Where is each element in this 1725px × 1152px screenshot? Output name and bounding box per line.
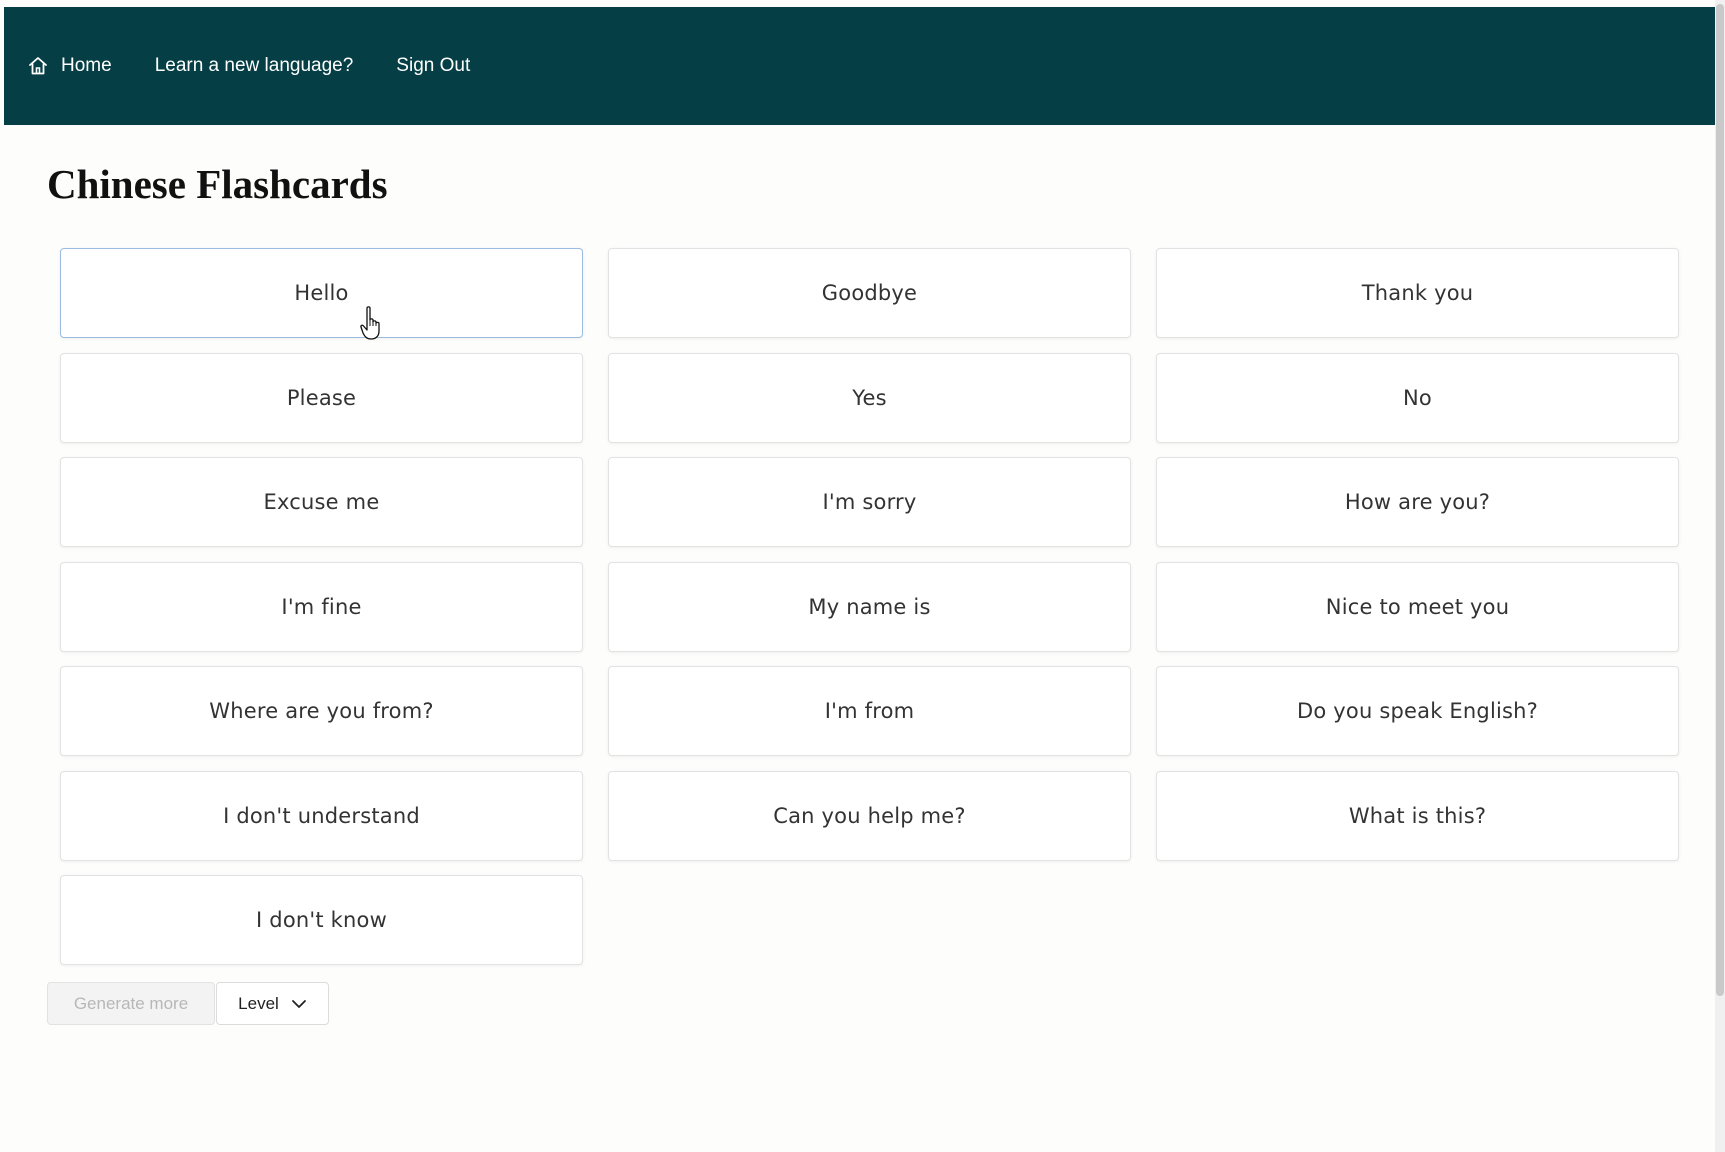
flashcard[interactable]: Thank you bbox=[1156, 248, 1679, 338]
nav-home-link[interactable]: Home bbox=[28, 46, 112, 86]
nav-home-label: Home bbox=[61, 55, 112, 76]
flashcard[interactable]: My name is bbox=[608, 561, 1131, 652]
flashcard[interactable]: Please bbox=[60, 352, 583, 443]
flashcard[interactable]: I'm from bbox=[608, 666, 1131, 756]
flashcard[interactable]: Hello bbox=[60, 248, 583, 338]
flashcard[interactable]: Yes bbox=[608, 352, 1131, 443]
flashcard[interactable]: No bbox=[1156, 352, 1679, 443]
nav-learn-link[interactable]: Learn a new language? bbox=[155, 46, 354, 86]
flashcard[interactable]: Can you help me? bbox=[608, 770, 1131, 861]
flashcard[interactable]: What is this? bbox=[1156, 770, 1679, 861]
scrollbar-thumb[interactable] bbox=[1716, 4, 1724, 996]
generate-more-button[interactable]: Generate more bbox=[47, 982, 215, 1025]
flashcard[interactable]: Where are you from? bbox=[60, 666, 583, 756]
flashcard[interactable]: I don't know bbox=[60, 875, 583, 965]
top-navbar: Home Learn a new language? Sign Out bbox=[4, 7, 1715, 125]
flashcard[interactable]: Goodbye bbox=[608, 248, 1131, 338]
flashcard[interactable]: Do you speak English? bbox=[1156, 666, 1679, 756]
flashcard[interactable]: Excuse me bbox=[60, 457, 583, 547]
nav-signout-link[interactable]: Sign Out bbox=[396, 46, 470, 86]
flashcard[interactable]: I'm sorry bbox=[608, 457, 1131, 547]
nav-learn-label: Learn a new language? bbox=[154, 55, 354, 76]
app-window: Home Learn a new language? Sign Out Chin… bbox=[0, 0, 1725, 1152]
vertical-scrollbar[interactable] bbox=[1715, 0, 1725, 1152]
page-title: Chinese Flashcards bbox=[47, 161, 388, 207]
flashcard[interactable]: I'm fine bbox=[60, 561, 583, 652]
chevron-down-icon bbox=[291, 998, 307, 1010]
flashcard[interactable]: I don't understand bbox=[60, 770, 583, 861]
nav-signout-label: Sign Out bbox=[396, 55, 471, 76]
level-dropdown[interactable]: Level bbox=[216, 982, 329, 1025]
home-icon bbox=[28, 56, 48, 76]
flashcard-controls: Generate more Level bbox=[47, 982, 329, 1025]
flashcard[interactable]: How are you? bbox=[1156, 457, 1679, 547]
flashcard[interactable]: Nice to meet you bbox=[1156, 561, 1679, 652]
level-dropdown-label: Level bbox=[238, 993, 279, 1013]
flashcard-grid: Hello Goodbye Thank you Please Yes No Ex… bbox=[60, 248, 1683, 965]
